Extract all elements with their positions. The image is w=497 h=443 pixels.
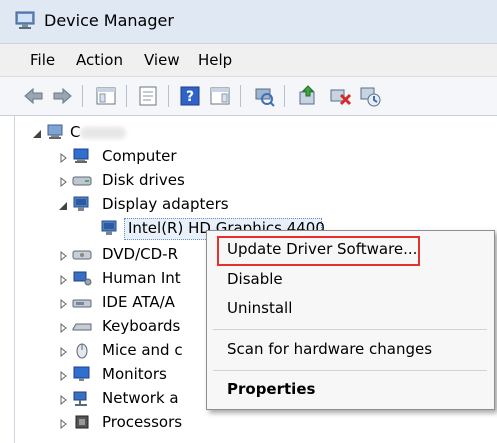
toolbar: ? (0, 77, 497, 116)
computer-icon (47, 124, 63, 139)
tree-item-mice[interactable]: Mice and c (58, 339, 218, 363)
menu-separator (213, 329, 487, 330)
menu-file[interactable]: File (30, 51, 55, 69)
tree-item-label: Human Int (102, 269, 181, 287)
tree-root-label: C (70, 123, 81, 141)
menu-bar: File Action View Help (0, 44, 497, 77)
tree-item-label: IDE ATA/A (102, 293, 175, 311)
tree-item-label: Monitors (102, 365, 167, 383)
disable-icon[interactable] (358, 84, 382, 108)
title-bar: Device Manager (0, 0, 497, 44)
tree-item-disk-drives[interactable]: Disk drives (58, 169, 238, 193)
device-manager-icon (15, 11, 35, 29)
expand-arrow-icon[interactable] (58, 395, 68, 405)
display-adapter-icon (73, 196, 89, 211)
collapse-triangle-icon[interactable] (58, 201, 68, 211)
expand-arrow-icon[interactable] (58, 371, 68, 381)
tree-item-display-adapters[interactable]: Display adapters (58, 193, 258, 217)
update-driver-icon[interactable] (296, 84, 320, 108)
context-menu: Update Driver Software... Disable Uninst… (206, 230, 495, 410)
tree-item-label: Network a (102, 389, 179, 407)
tree-item-human-interface[interactable]: Human Int (58, 267, 218, 291)
forward-arrow-icon[interactable] (50, 84, 74, 108)
tree-item-label: Display adapters (102, 195, 229, 213)
menu-item-uninstall[interactable]: Uninstall (227, 299, 292, 317)
view-icon[interactable] (208, 84, 232, 108)
display-adapter-icon (101, 220, 117, 235)
menu-item-disable[interactable]: Disable (227, 270, 283, 288)
back-arrow-icon[interactable] (22, 84, 46, 108)
processor-icon (75, 415, 89, 429)
monitor-icon (73, 366, 90, 381)
toolbar-separator (284, 85, 285, 107)
expand-arrow-icon[interactable] (58, 419, 68, 429)
properties-icon[interactable] (136, 84, 160, 108)
expand-arrow-icon[interactable] (58, 299, 68, 309)
tree-item-label: Keyboards (102, 317, 181, 335)
toolbar-separator (240, 85, 241, 107)
help-icon[interactable]: ? (178, 84, 202, 108)
show-hide-console-tree-icon[interactable] (94, 84, 118, 108)
menu-separator (213, 370, 487, 371)
dvd-drive-icon (72, 250, 92, 260)
toolbar-separator (168, 85, 169, 107)
network-adapter-icon (73, 391, 87, 406)
expand-arrow-icon[interactable] (58, 153, 68, 163)
collapse-triangle-icon[interactable] (32, 129, 42, 139)
tree-item-keyboards[interactable]: Keyboards (58, 315, 218, 339)
tree-item-label: Disk drives (102, 171, 185, 189)
computer-icon (73, 148, 89, 163)
tree-item-processors[interactable]: Processors (58, 411, 218, 435)
expand-arrow-icon[interactable] (58, 177, 68, 187)
hid-icon (73, 271, 92, 286)
tree-item-label: Mice and c (102, 341, 183, 359)
tree-item-dvd-cd-rom[interactable]: DVD/CD-R (58, 243, 218, 267)
menu-action[interactable]: Action (76, 51, 123, 69)
tree-item-network-adapters[interactable]: Network a (58, 387, 218, 411)
expand-arrow-icon[interactable] (58, 323, 68, 333)
ide-controller-icon (72, 299, 92, 308)
scan-hardware-icon[interactable] (252, 84, 276, 108)
toolbar-separator (82, 85, 83, 107)
menu-item-update-driver[interactable]: Update Driver Software... (227, 240, 417, 258)
tree-item-monitors[interactable]: Monitors (58, 363, 218, 387)
tree-item-label: DVD/CD-R (102, 245, 179, 263)
menu-item-properties[interactable]: Properties (227, 380, 315, 398)
tree-item-computer[interactable]: Computer (58, 145, 238, 169)
menu-help[interactable]: Help (198, 51, 232, 69)
menu-view[interactable]: View (144, 51, 180, 69)
svg-text:?: ? (186, 89, 194, 105)
expand-arrow-icon[interactable] (58, 251, 68, 261)
window-title: Device Manager (44, 11, 174, 30)
menu-item-scan-hardware[interactable]: Scan for hardware changes (227, 340, 432, 358)
disk-drive-icon (72, 176, 92, 186)
expand-arrow-icon[interactable] (58, 347, 68, 357)
tree-item-label: Computer (102, 147, 177, 165)
expand-arrow-icon[interactable] (58, 275, 68, 285)
mouse-icon (76, 343, 88, 359)
uninstall-icon[interactable] (328, 84, 352, 108)
keyboard-icon (72, 323, 92, 331)
redacted-computer-name (80, 127, 126, 139)
toolbar-separator (126, 85, 127, 107)
tree-item-label: Processors (102, 413, 183, 431)
tree-item-ide-ata[interactable]: IDE ATA/A (58, 291, 218, 315)
